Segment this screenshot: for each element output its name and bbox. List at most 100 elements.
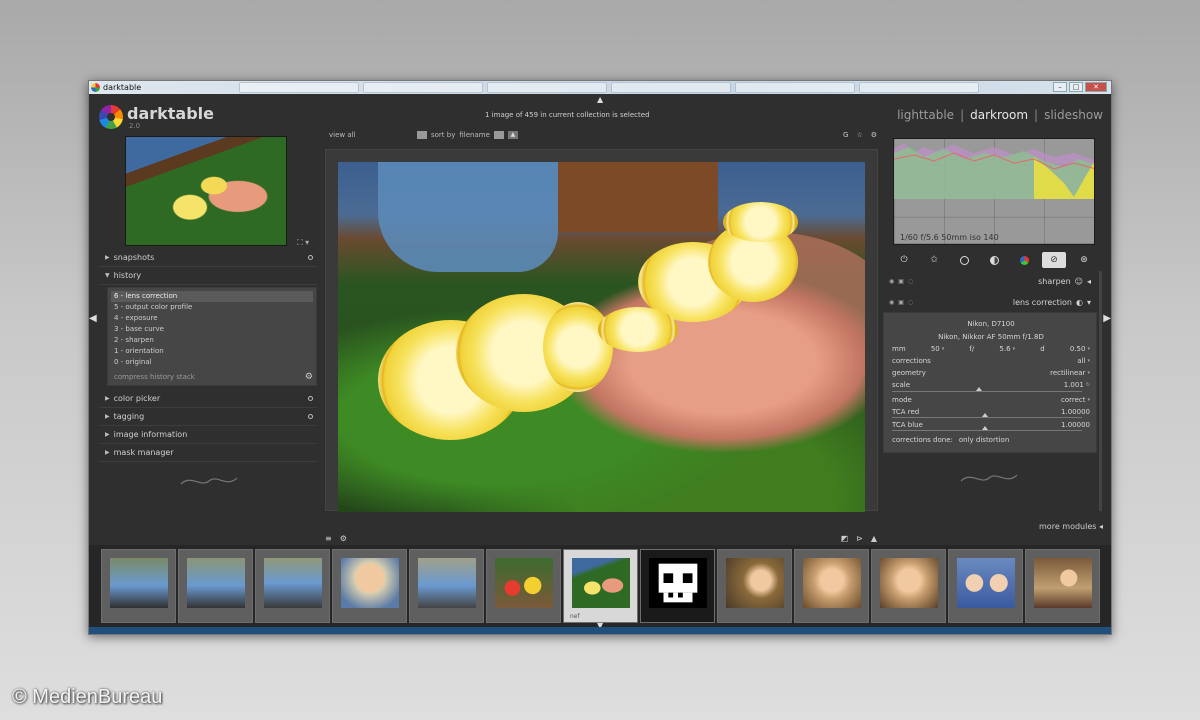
tca-blue-slider[interactable]: TCA blue 1.00000 (892, 419, 1090, 430)
scale-slider-track[interactable] (892, 391, 1082, 392)
module-color-picker[interactable]: ▶ color picker (99, 390, 317, 408)
power-icon[interactable]: ⏻ (892, 252, 916, 268)
presets-icon[interactable]: ◐ (1076, 298, 1083, 307)
background-tab[interactable] (363, 82, 483, 93)
maximize-button[interactable]: □ (1069, 82, 1083, 92)
styles-icon[interactable]: ⚙ (340, 534, 347, 543)
module-history[interactable]: ▼ history (99, 267, 317, 285)
color-group-icon[interactable] (1012, 252, 1036, 268)
image-canvas[interactable] (325, 149, 878, 512)
reset-icon[interactable] (308, 255, 313, 260)
lens-select[interactable]: Nikon, Nikkor AF 50mm f/1.8D (892, 331, 1090, 342)
module-snapshots[interactable]: ▶ snapshots (99, 249, 317, 267)
edited-photo[interactable] (338, 162, 865, 512)
background-tab[interactable] (487, 82, 607, 93)
filmstrip-thumb[interactable] (332, 549, 407, 623)
effect-group-icon[interactable]: ⊛ (1072, 252, 1096, 268)
style-create-icon[interactable]: ⚙ (305, 372, 313, 382)
collapse-top-arrow-icon[interactable]: ▲ (597, 95, 603, 104)
favorites-star-icon[interactable]: ✩ (922, 252, 946, 268)
scale-slider[interactable]: scale 1.001 ↻ (892, 379, 1090, 390)
collapse-left-arrow-icon[interactable]: ◀ (89, 313, 97, 324)
filmstrip-thumb[interactable] (1025, 549, 1100, 623)
star-icon[interactable]: ☆ (856, 131, 862, 139)
basic-group-icon[interactable] (952, 252, 976, 268)
grouping-button[interactable]: G (843, 131, 848, 139)
compress-history-button[interactable]: compress history stack (114, 373, 195, 381)
tone-group-icon[interactable] (982, 252, 1006, 268)
navigation-thumbnail[interactable] (125, 136, 287, 246)
view-lighttable[interactable]: lighttable (897, 108, 954, 122)
filmstrip-thumb[interactable] (717, 549, 792, 623)
filmstrip-thumb[interactable] (255, 549, 330, 623)
history-item[interactable]: 1 - orientation (111, 346, 313, 357)
scale-slider-knob[interactable] (976, 387, 982, 391)
history-item[interactable]: 2 - sharpen (111, 335, 313, 346)
lens-correction-module-header[interactable]: ◉ ▣ ◌ lens correction ◐ ▾ (885, 294, 1095, 310)
expand-arrow-icon[interactable]: ◂ (1087, 277, 1091, 286)
corrections-combobox[interactable]: corrections all ▾ (892, 355, 1090, 366)
camera-select[interactable]: Nikon, D7100 (892, 318, 1090, 329)
history-item[interactable]: 5 - output color profile (111, 302, 313, 313)
sort-value[interactable]: filename (459, 131, 490, 139)
gamut-check-icon[interactable]: ▲ (871, 534, 877, 543)
overexposed-icon[interactable]: ◩ (841, 534, 849, 543)
history-item[interactable]: 3 - base curve (111, 324, 313, 335)
power-icon[interactable]: ◉ (889, 278, 894, 285)
tca-blue-slider-knob[interactable] (982, 426, 988, 430)
mm-select[interactable]: 50 ▾ (931, 345, 944, 353)
close-button[interactable]: ✕ (1085, 82, 1107, 92)
background-tab[interactable] (859, 82, 979, 93)
history-item[interactable]: 0 - original (111, 357, 313, 368)
filmstrip-thumb-placeholder[interactable] (640, 549, 715, 623)
sort-ascending-icon[interactable]: ▲ (507, 131, 518, 139)
collapse-arrow-icon[interactable]: ▾ (1087, 298, 1091, 307)
module-image-information[interactable]: ▶ image information (99, 426, 317, 444)
zoom-fit-icon[interactable]: ⛶ ▾ (297, 238, 309, 248)
reset-icon[interactable] (308, 414, 313, 419)
sort-control[interactable]: sort by filename ▲ (417, 131, 518, 139)
tca-red-slider-track[interactable] (892, 417, 1082, 418)
reset-icon[interactable]: ◌ (908, 278, 913, 285)
filmstrip-thumb[interactable] (409, 549, 484, 623)
correct-group-icon[interactable]: ⊘ (1042, 252, 1066, 268)
background-tab[interactable] (239, 82, 359, 93)
background-tab[interactable] (611, 82, 731, 93)
view-filter[interactable]: view all (329, 131, 356, 139)
reset-icon[interactable] (308, 396, 313, 401)
more-modules-button[interactable]: more modules ◂ (1039, 522, 1103, 531)
filmstrip-thumb-selected[interactable]: nef (563, 549, 638, 623)
sort-icon[interactable] (493, 131, 504, 139)
view-darkroom[interactable]: darkroom (970, 108, 1028, 122)
softproof-icon[interactable]: ⊳ (856, 534, 863, 543)
background-tab[interactable] (735, 82, 855, 93)
filmstrip-thumb[interactable] (794, 549, 869, 623)
filmstrip-thumb[interactable] (101, 549, 176, 623)
multi-instance-icon[interactable]: ▣ (898, 299, 904, 306)
geometry-combobox[interactable]: geometry rectilinear ▾ (892, 367, 1090, 378)
collapse-right-arrow-icon[interactable]: ▶ (1103, 313, 1111, 324)
power-icon[interactable]: ◉ (889, 299, 894, 306)
f-select[interactable]: 5.6 ▾ (999, 345, 1015, 353)
filmstrip-thumb[interactable] (948, 549, 1023, 623)
mode-combobox[interactable]: mode correct ▾ (892, 394, 1090, 405)
collection-icon[interactable] (417, 131, 427, 139)
reset-icon[interactable]: ◌ (908, 299, 913, 306)
right-panel-scrollbar[interactable] (1099, 271, 1102, 511)
preferences-gear-icon[interactable]: ⚙ (871, 131, 877, 139)
tca-blue-slider-track[interactable] (892, 430, 1082, 431)
history-item[interactable]: 6 - lens correction (111, 291, 313, 302)
minimize-button[interactable]: – (1053, 82, 1067, 92)
d-select[interactable]: 0.50 ▾ (1070, 345, 1090, 353)
module-mask-manager[interactable]: ▶ mask manager (99, 444, 317, 462)
filmstrip-thumb[interactable] (178, 549, 253, 623)
histogram[interactable]: 1/60 f/5.6 50mm iso 140 (893, 138, 1095, 245)
presets-menu-icon[interactable]: ≡ (325, 534, 332, 543)
sharpen-module-header[interactable]: ◉ ▣ ◌ sharpen ☺ ◂ (885, 273, 1095, 289)
filmstrip-thumb[interactable] (871, 549, 946, 623)
history-item[interactable]: 4 - exposure (111, 313, 313, 324)
tca-red-slider-knob[interactable] (982, 413, 988, 417)
module-tagging[interactable]: ▶ tagging (99, 408, 317, 426)
view-slideshow[interactable]: slideshow (1044, 108, 1103, 122)
tca-red-slider[interactable]: TCA red 1.00000 (892, 406, 1090, 417)
